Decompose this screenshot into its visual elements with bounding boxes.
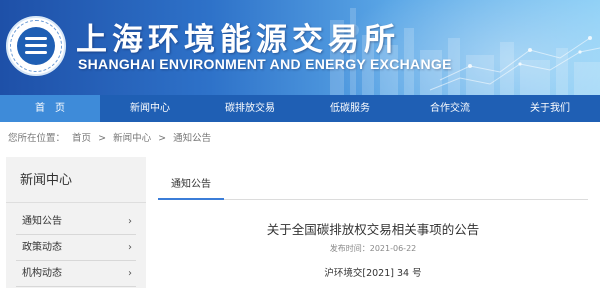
article-meta: 发布时间：2021-06-22 bbox=[158, 243, 588, 254]
breadcrumb-news-center-link[interactable]: 新闻中心 bbox=[113, 133, 151, 144]
nav-item-carbon-trading[interactable]: 碳排放交易 bbox=[200, 95, 300, 122]
logo-bar bbox=[25, 37, 47, 40]
breadcrumb-separator: > bbox=[98, 133, 107, 144]
chevron-right-icon: › bbox=[128, 216, 132, 227]
logo-emblem-icon bbox=[17, 27, 55, 65]
sidebar-item-label: 机构动态 bbox=[22, 268, 62, 279]
nav-item-home[interactable]: 首 页 bbox=[0, 95, 100, 122]
breadcrumb-prefix: 您所在位置： bbox=[8, 133, 66, 144]
sidebar-list: 通知公告 › 政策动态 › 机构动态 › bbox=[6, 203, 146, 287]
nav-item-low-carbon-services[interactable]: 低碳服务 bbox=[300, 95, 400, 122]
sidebar: 新闻中心 通知公告 › 政策动态 › 机构动态 › bbox=[6, 157, 146, 288]
exchange-logo[interactable] bbox=[6, 16, 66, 76]
content-tab-bar: 通知公告 bbox=[158, 158, 588, 200]
chevron-right-icon: › bbox=[128, 242, 132, 253]
sidebar-item-notices[interactable]: 通知公告 › bbox=[16, 209, 136, 235]
logo-bar bbox=[25, 51, 47, 54]
tab-notices[interactable]: 通知公告 bbox=[158, 175, 224, 200]
sidebar-title: 新闻中心 bbox=[6, 157, 146, 203]
site-title-english: SHANGHAI ENVIRONMENT AND ENERGY EXCHANGE bbox=[78, 56, 452, 72]
nav-item-cooperation[interactable]: 合作交流 bbox=[400, 95, 500, 122]
nav-item-news-center[interactable]: 新闻中心 bbox=[100, 95, 200, 122]
header-banner: 上海环境能源交易所 SHANGHAI ENVIRONMENT AND ENERG… bbox=[0, 0, 600, 95]
breadcrumb: 您所在位置： 首页 > 新闻中心 > 通知公告 bbox=[8, 130, 215, 144]
sidebar-item-label: 政策动态 bbox=[22, 242, 62, 253]
sidebar-item-institution-news[interactable]: 机构动态 › bbox=[16, 261, 136, 287]
nav-item-about-us[interactable]: 关于我们 bbox=[500, 95, 600, 122]
sidebar-item-label: 通知公告 bbox=[22, 216, 62, 227]
site-title-chinese: 上海环境能源交易所 bbox=[76, 22, 400, 58]
main-nav: 首 页 新闻中心 碳排放交易 低碳服务 合作交流 关于我们 bbox=[0, 95, 600, 122]
publish-date: 2021-06-22 bbox=[369, 244, 417, 253]
document-number: 沪环境交[2021] 34 号 bbox=[324, 268, 422, 279]
chevron-right-icon: › bbox=[128, 268, 132, 279]
breadcrumb-home-link[interactable]: 首页 bbox=[72, 133, 91, 144]
article-title: 关于全国碳排放权交易相关事项的公告 bbox=[266, 222, 480, 237]
publish-date-label: 发布时间： bbox=[329, 244, 370, 253]
breadcrumb-current[interactable]: 通知公告 bbox=[173, 133, 211, 144]
logo-bar bbox=[25, 44, 47, 47]
sidebar-item-policy-news[interactable]: 政策动态 › bbox=[16, 235, 136, 261]
breadcrumb-separator: > bbox=[158, 133, 167, 144]
